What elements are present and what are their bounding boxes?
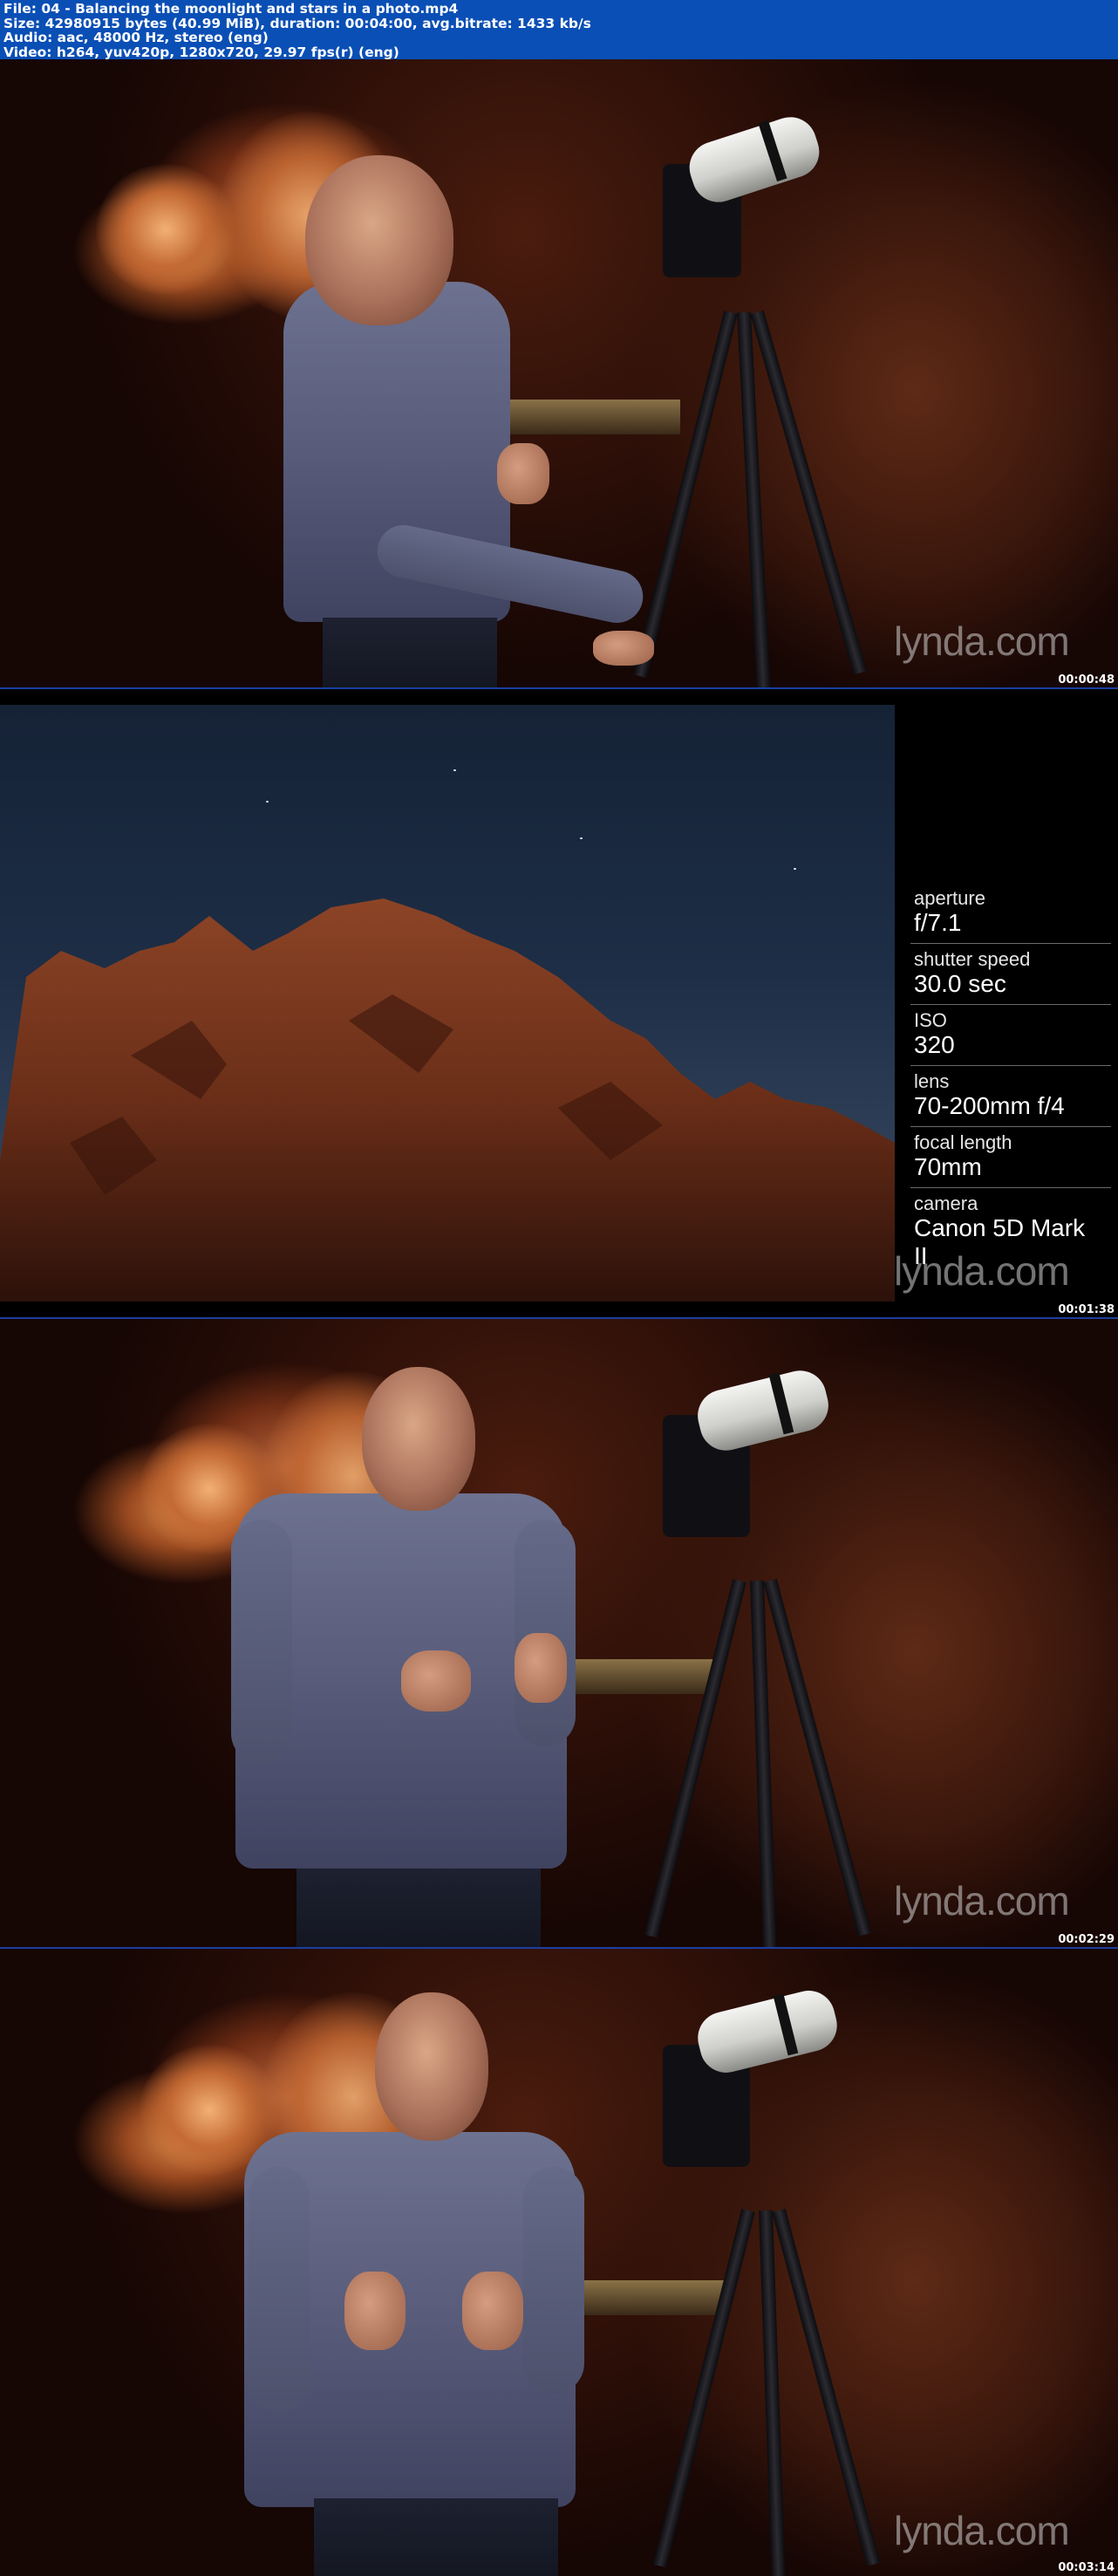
lynda-watermark: lynda.com: [894, 2508, 1070, 2553]
video-frame-3: lynda.com 00:02:29: [0, 1319, 1118, 1947]
red-rock-formation: [0, 899, 895, 1302]
exif-divider: [910, 943, 1111, 944]
exif-info-panel: aperture f/7.1 shutter speed 30.0 sec IS…: [895, 689, 1118, 1317]
exif-label: lens: [914, 1070, 950, 1092]
exif-focal-length: focal length 70mm: [910, 1131, 1111, 1188]
presenter-head: [375, 1992, 488, 2141]
canyon-light-glow: [96, 164, 235, 295]
file-size-line: Size: 42980915 bytes (40.99 MiB), durati…: [3, 15, 591, 31]
side-table: [558, 1659, 715, 1694]
exif-label: ISO: [914, 1009, 947, 1031]
audio-info-line: Audio: aac, 48000 Hz, stereo (eng): [3, 30, 269, 45]
lynda-watermark: lynda.com: [894, 1878, 1070, 1923]
presenter-hand: [462, 2272, 523, 2350]
file-name-line: File: 04 - Balancing the moonlight and s…: [3, 1, 459, 17]
exif-label: camera: [914, 1192, 978, 1214]
presenter-hand: [344, 2272, 406, 2350]
exif-shutter-speed: shutter speed 30.0 sec: [910, 948, 1111, 1005]
presenter-arm: [523, 2167, 584, 2394]
exif-divider: [910, 1065, 1111, 1066]
side-table: [567, 2280, 724, 2315]
lynda-watermark: lynda.com: [894, 618, 1070, 664]
frame-timestamp: 00:01:38: [1058, 1303, 1115, 1316]
presenter-pants: [314, 2498, 558, 2576]
exif-label: focal length: [914, 1131, 1012, 1153]
file-info-header: File: 04 - Balancing the moonlight and s…: [0, 0, 1118, 59]
exif-iso: ISO 320: [910, 1009, 1111, 1066]
exif-divider: [910, 1187, 1111, 1188]
side-table: [497, 400, 680, 434]
exif-value: 70-200mm f/4: [914, 1092, 1065, 1119]
exif-label: shutter speed: [914, 948, 1031, 970]
exif-value: 320: [914, 1031, 955, 1058]
presenter-hand: [497, 443, 549, 504]
video-info-line: Video: h264, yuv420p, 1280x720, 29.97 fp…: [3, 44, 399, 60]
frame-timestamp: 00:03:14: [1058, 2561, 1115, 2574]
presenter-hand: [401, 1650, 471, 1712]
video-frame-1: lynda.com 00:00:48: [0, 59, 1118, 687]
presenter-pants: [297, 1869, 541, 1947]
exif-aperture: aperture f/7.1: [910, 887, 1111, 944]
presenter-head: [305, 155, 453, 325]
frame-timestamp: 00:00:48: [1058, 673, 1115, 687]
presenter-pants: [323, 618, 497, 687]
exif-label: aperture: [914, 887, 985, 909]
presenter-head: [362, 1367, 475, 1511]
exif-value: 70mm: [914, 1153, 982, 1180]
exif-divider: [910, 1126, 1111, 1127]
lynda-watermark: lynda.com: [894, 1248, 1070, 1294]
video-frame-2: aperture f/7.1 shutter speed 30.0 sec IS…: [0, 689, 1118, 1317]
exif-divider: [910, 1004, 1111, 1005]
exif-lens: lens 70-200mm f/4: [910, 1070, 1111, 1127]
exif-value: 30.0 sec: [914, 970, 1006, 997]
presenter-arm: [249, 2167, 310, 2411]
video-frame-4: lynda.com 00:03:14: [0, 1949, 1118, 2576]
frame-timestamp: 00:02:29: [1058, 1933, 1115, 1946]
exif-value: f/7.1: [914, 909, 962, 936]
presenter-hand: [593, 631, 654, 666]
presenter-arm: [231, 1520, 292, 1764]
presenter-hand: [515, 1633, 567, 1703]
